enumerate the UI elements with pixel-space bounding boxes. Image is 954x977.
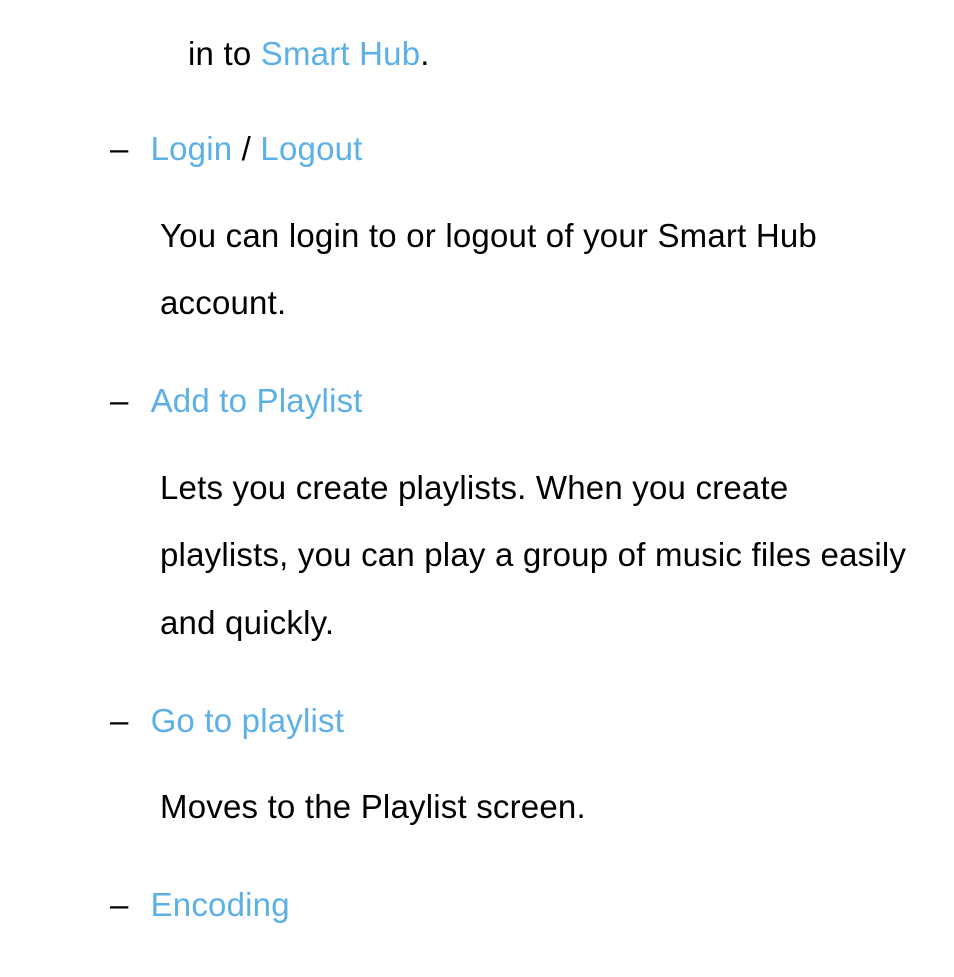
dash-icon: – [110,123,129,176]
term-go-to-playlist: Go to playlist [151,702,345,739]
term-login: Login [151,130,233,167]
item-description: Lets you create playlists. When you crea… [30,454,924,657]
item-description: Moves to the Playlist screen. [30,773,924,841]
dash-icon: – [110,879,129,932]
item-header: – Go to playlist [30,695,924,748]
dash-icon: – [110,375,129,428]
item-header: – Encoding [30,879,924,932]
dash-icon: – [110,695,129,748]
fragment-line: in to Smart Hub. [30,28,924,81]
list-item: – Encoding [30,879,924,932]
item-header: – Login / Logout [30,123,924,176]
fragment-link: Smart Hub [261,35,421,72]
term-encoding: Encoding [151,886,290,923]
item-header: – Add to Playlist [30,375,924,428]
list-item: – Go to playlist Moves to the Playlist s… [30,695,924,841]
document-page: in to Smart Hub. – Login / Logout You ca… [0,0,954,932]
fragment-suffix: . [420,35,429,72]
term-logout: Logout [260,130,362,167]
term-add-to-playlist: Add to Playlist [151,382,363,419]
separator: / [232,130,260,167]
list-item: – Login / Logout You can login to or log… [30,123,924,337]
item-title: Go to playlist [151,695,345,748]
item-description: You can login to or logout of your Smart… [30,202,924,337]
list-item: – Add to Playlist Lets you create playli… [30,375,924,657]
item-title: Encoding [151,879,290,932]
item-title: Add to Playlist [151,375,363,428]
item-title: Login / Logout [151,123,363,176]
fragment-prefix: in to [188,35,261,72]
